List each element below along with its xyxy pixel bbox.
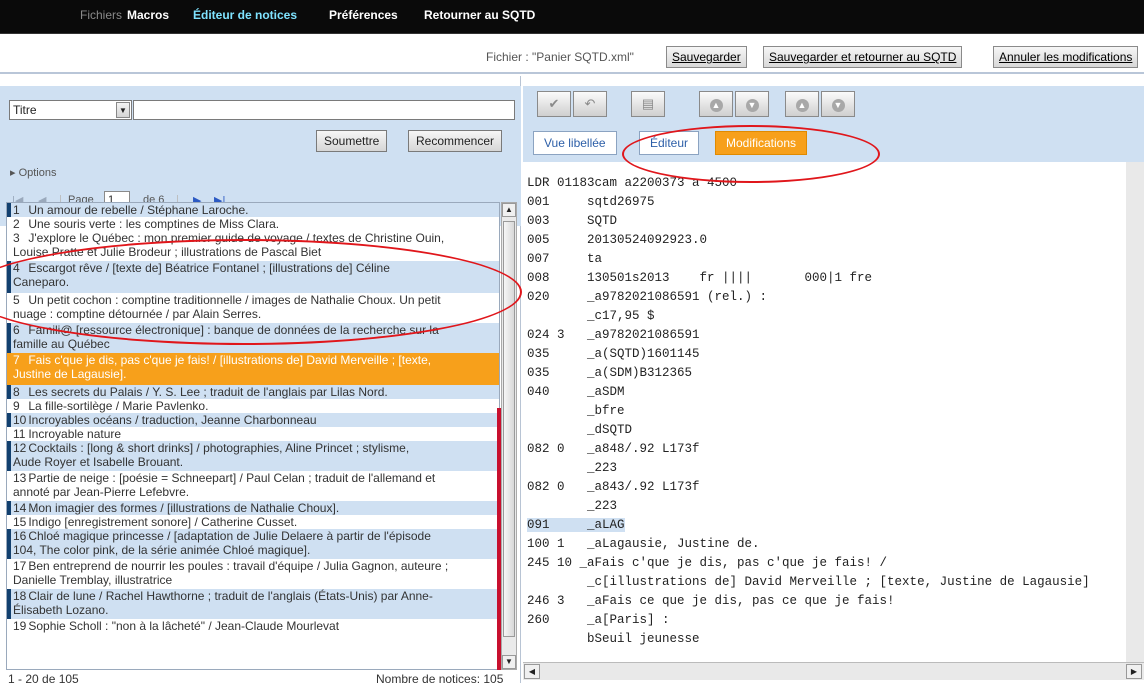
marc-line: _c17,95 $	[527, 309, 655, 323]
list-item[interactable]: 5 Un petit cochon : comptine traditionne…	[7, 293, 499, 323]
list-item[interactable]: 19 Sophie Scholl : "non à la lâcheté" / …	[7, 619, 499, 633]
record-horizontal-scrollbar[interactable]: ◀ ▶	[523, 662, 1144, 680]
file-name-label: Fichier : "Panier SQTD.xml"	[486, 50, 634, 64]
results-list: 1 Un amour de rebelle / Stéphane Laroche…	[6, 202, 500, 670]
options-toggle[interactable]: ▸ Options	[10, 166, 57, 179]
list-item[interactable]: 12 Cocktails : [long & short drinks] / p…	[7, 441, 499, 471]
marc-line: 001 sqtd26975	[527, 195, 655, 209]
tab-vue-libellee[interactable]: Vue libellée	[533, 131, 617, 155]
move-down-icon[interactable]: ▼	[735, 91, 769, 117]
list-item[interactable]: 14 Mon imagier des formes / [illustratio…	[7, 501, 499, 515]
menu-macros[interactable]: Macros	[127, 8, 169, 22]
last-record-icon[interactable]: ▼	[821, 91, 855, 117]
marc-line: _dSQTD	[527, 423, 633, 437]
list-item[interactable]: 17 Ben entreprend de nourrir les poules …	[7, 559, 499, 589]
results-scrollbar[interactable]: ▲ ▼	[501, 202, 517, 670]
record-vertical-scrollbar[interactable]	[1126, 162, 1144, 672]
marc-line: 024 3 _a9782021086591	[527, 328, 700, 342]
marc-line: 100 1 _aLagausie, Justine de.	[527, 537, 760, 551]
marc-line: 035 _a(SQTD)1601145	[527, 347, 700, 361]
marc-line-highlighted: 091 _aLAG	[527, 518, 625, 532]
marc-line: 260 _a[Paris] :	[527, 613, 670, 627]
marc-line: 020 _a9782021086591 (rel.) :	[527, 290, 768, 304]
move-up-icon[interactable]: ▲	[699, 91, 733, 117]
list-item[interactable]: 18 Clair de lune / Rachel Hawthorne ; tr…	[7, 589, 499, 619]
editor-toolbar: ✔ ↶ ▤ ▲ ▼ ▲ ▼ Vue libellée Éditeur Modif…	[523, 86, 1144, 162]
top-menu-bar: Fichiers Macros Éditeur de notices Préfé…	[0, 0, 1144, 34]
search-field-value: Titre	[13, 103, 37, 117]
list-item[interactable]: 9 La fille-sortilège / Marie Pavlenko.	[7, 399, 499, 413]
marc-line: 005 20130524092923.0	[527, 233, 708, 247]
list-item[interactable]: 8 Les secrets du Palais / Y. S. Lee ; tr…	[7, 385, 499, 399]
marc-line: _223	[527, 499, 618, 513]
marc-line: LDR 01183cam a2200373 a 4500	[527, 176, 738, 190]
list-item[interactable]: 15 Indigo [enregistrement sonore] / Cath…	[7, 515, 499, 529]
list-item[interactable]: 13 Partie de neige : [poésie = Schneepar…	[7, 471, 499, 501]
list-item[interactable]: 11 Incroyable nature	[7, 427, 499, 441]
search-results-panel: Titre ▼ Soumettre Recommencer ▸ Options …	[0, 76, 521, 686]
print-icon[interactable]: ▤	[631, 91, 665, 117]
list-item[interactable]: 4 Escargot rêve / [texte de] Béatrice Fo…	[7, 261, 499, 293]
save-button[interactable]: Sauvegarder	[666, 46, 747, 68]
marc-line: 007 ta	[527, 252, 603, 266]
menu-fichiers[interactable]: Fichiers	[80, 8, 122, 22]
chevron-down-icon[interactable]: ▼	[116, 102, 130, 118]
results-count: Nombre de notices: 105	[376, 672, 504, 686]
scroll-up-icon[interactable]: ▲	[502, 203, 516, 217]
first-record-icon[interactable]: ▲	[785, 91, 819, 117]
search-input[interactable]	[133, 100, 515, 120]
scroll-left-icon[interactable]: ◀	[524, 664, 540, 679]
cancel-changes-button[interactable]: Annuler les modifications	[993, 46, 1139, 68]
marc-line: _223	[527, 461, 618, 475]
tab-modifications[interactable]: Modifications	[715, 131, 808, 155]
list-item[interactable]: 3 J'explore le Québec : mon premier guid…	[7, 231, 499, 261]
undo-icon[interactable]: ↶	[573, 91, 607, 117]
marc-line: 040 _aSDM	[527, 385, 625, 399]
results-range: 1 - 20 de 105	[8, 672, 79, 686]
scroll-down-icon[interactable]: ▼	[502, 655, 516, 669]
marc-line: 245 10 _aFais c'que je dis, pas c'que je…	[527, 556, 888, 570]
list-item[interactable]: 10 Incroyables océans / traduction, Jean…	[7, 413, 499, 427]
menu-preferences[interactable]: Préférences	[329, 8, 398, 22]
search-field-select[interactable]: Titre ▼	[9, 100, 132, 120]
scroll-right-icon[interactable]: ▶	[1126, 664, 1142, 679]
marc-line: _bfre	[527, 404, 625, 418]
reset-button[interactable]: Recommencer	[408, 130, 503, 152]
list-item[interactable]: 1 Un amour de rebelle / Stéphane Laroche…	[7, 203, 499, 217]
menu-editeur-notices[interactable]: Éditeur de notices	[193, 8, 297, 22]
save-and-return-button[interactable]: Sauvegarder et retourner au SQTD	[763, 46, 963, 68]
list-item[interactable]: 2 Une souris verte : les comptines de Mi…	[7, 217, 499, 231]
marc-line: bSeuil jeunesse	[527, 632, 700, 646]
marc-line: 003 SQTD	[527, 214, 618, 228]
marc-line: 035 _a(SDM)B312365	[527, 366, 693, 380]
marc-line: 082 0 _a848/.92 L173f	[527, 442, 700, 456]
submit-button[interactable]: Soumettre	[316, 130, 388, 152]
list-item-selected[interactable]: 7 Fais c'que je dis, pas c'que je fais! …	[7, 353, 499, 385]
marc-line: 008 130501s2013 fr |||| 000|1 fre	[527, 271, 873, 285]
menu-retourner-sqtd[interactable]: Retourner au SQTD	[424, 8, 535, 22]
record-editor-panel: ✔ ↶ ▤ ▲ ▼ ▲ ▼ Vue libellée Éditeur Modif…	[523, 76, 1144, 683]
validate-icon[interactable]: ✔	[537, 91, 571, 117]
file-bar: Fichier : "Panier SQTD.xml" Sauvegarder …	[0, 34, 1144, 74]
list-item[interactable]: 16 Chloé magique princesse / [adaptation…	[7, 529, 499, 559]
marc-line: _c[illustrations de] David Merveille ; […	[527, 575, 1090, 589]
tab-editeur[interactable]: Éditeur	[639, 131, 700, 155]
marc-line: 082 0 _a843/.92 L173f	[527, 480, 700, 494]
scroll-thumb[interactable]	[503, 221, 515, 637]
marc-record-view: LDR 01183cam a2200373 a 4500 001 sqtd269…	[523, 162, 1138, 672]
list-item[interactable]: 6 Famili@ [ressource électronique] : ban…	[7, 323, 499, 353]
marc-line: 246 3 _aFais ce que je dis, pas ce que j…	[527, 594, 895, 608]
